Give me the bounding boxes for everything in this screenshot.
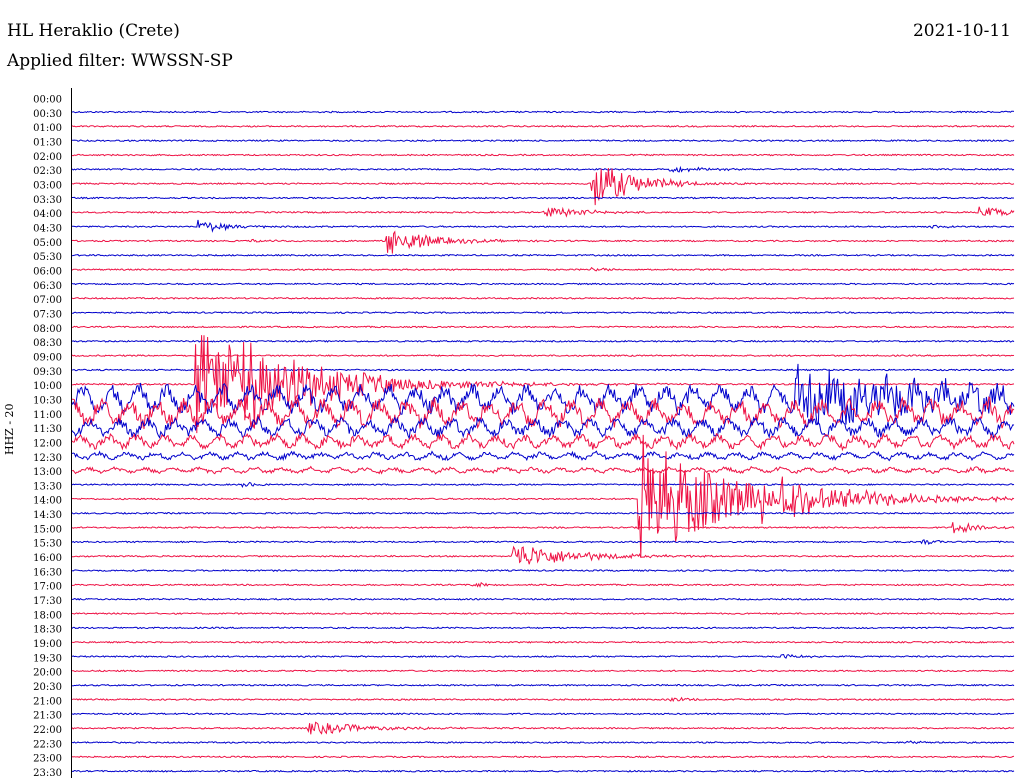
time-tick-label: 17:30 [33, 596, 62, 607]
time-tick-label: 19:30 [33, 653, 62, 664]
time-tick-label: 11:00 [33, 410, 62, 421]
seismic-trace [72, 219, 1015, 233]
seismic-trace [71, 415, 1015, 441]
seismic-trace [71, 432, 1015, 452]
seismic-trace [71, 612, 1015, 615]
time-tick-label: 19:00 [33, 639, 62, 650]
helicorder-plot: 00:00 00:30 01:00 01:30 02:00 02:30 03:00 03:30… [33, 95, 1015, 780]
seismic-trace [71, 569, 1015, 573]
time-tick-label: 15:00 [33, 524, 62, 535]
seismic-trace [71, 206, 1015, 218]
time-tick-label: 20:00 [33, 668, 62, 679]
time-tick-label: 16:30 [33, 567, 62, 578]
seismic-trace [71, 335, 1015, 434]
seismic-trace [71, 167, 1015, 206]
time-tick-label: 18:30 [33, 625, 62, 636]
seismic-trace [71, 696, 1015, 703]
seismic-trace [71, 511, 1015, 515]
time-tick-label: 14:00 [33, 496, 62, 507]
time-tick-label: 21:00 [33, 696, 62, 707]
time-tick-labels: 00:00 00:30 01:00 01:30 02:00 02:30 03:00 03:30… [33, 95, 62, 780]
time-tick-label: 22:00 [33, 725, 62, 736]
seismic-trace [71, 354, 1015, 358]
time-tick-label: 20:30 [33, 682, 62, 693]
seismic-trace [71, 325, 1015, 329]
seismic-trace [71, 465, 1015, 475]
seismic-trace [71, 266, 1015, 272]
seismic-trace [71, 683, 1015, 687]
time-tick-label: 03:30 [33, 195, 62, 206]
seismic-traces [71, 110, 1015, 773]
time-tick-label: 16:00 [33, 553, 62, 564]
time-tick-label: 07:00 [33, 295, 62, 306]
time-tick-label: 09:30 [33, 367, 62, 378]
time-tick-label: 03:00 [33, 180, 62, 191]
seismic-trace [71, 339, 1015, 343]
time-tick-label: 17:00 [33, 582, 62, 593]
time-tick-label: 06:00 [33, 266, 62, 277]
time-tick-label: 08:30 [33, 338, 62, 349]
time-tick-label: 10:00 [33, 381, 62, 392]
seismic-trace [71, 669, 1015, 673]
seismic-trace [71, 640, 1015, 644]
seismic-trace [71, 721, 1015, 735]
time-tick-label: 22:30 [33, 739, 62, 750]
seismic-trace [72, 311, 1015, 315]
seismic-trace [71, 230, 1015, 254]
time-tick-label: 10:30 [33, 395, 62, 406]
time-tick-label: 15:30 [33, 539, 62, 550]
time-tick-label: 00:00 [33, 95, 62, 106]
time-tick-label: 09:00 [33, 352, 62, 363]
seismic-trace [71, 539, 1015, 546]
time-tick-label: 04:30 [33, 223, 62, 234]
seismic-trace [71, 165, 1015, 173]
seismic-trace [71, 740, 1015, 745]
time-tick-label: 21:30 [33, 711, 62, 722]
time-tick-label: 07:30 [33, 309, 62, 320]
time-tick-label: 06:30 [33, 281, 62, 292]
seismic-trace [71, 522, 1015, 534]
time-tick-label: 01:30 [33, 137, 62, 148]
seismic-trace [72, 597, 1015, 601]
time-tick-label: 05:30 [33, 252, 62, 263]
time-tick-label: 13:00 [33, 467, 62, 478]
seismic-trace [71, 755, 1015, 759]
time-tick-label: 00:30 [33, 109, 62, 120]
time-tick-label: 23:00 [33, 754, 62, 765]
seismic-trace [71, 450, 1015, 462]
seismic-trace [71, 282, 1015, 286]
seismic-trace [71, 481, 1015, 489]
seismic-trace [71, 769, 1015, 773]
seismic-trace [72, 545, 1015, 565]
time-tick-label: 12:30 [33, 453, 62, 464]
seismic-trace [72, 139, 1015, 143]
seismic-trace [71, 110, 1015, 114]
time-tick-label: 05:00 [33, 238, 62, 249]
seismic-trace [71, 253, 1015, 257]
seismic-trace [71, 296, 1015, 300]
seismic-trace [71, 653, 1015, 659]
seismic-trace [71, 626, 1015, 630]
time-tick-label: 14:30 [33, 510, 62, 521]
seismic-trace [71, 124, 1015, 128]
seismic-trace [71, 712, 1015, 716]
time-tick-label: 08:00 [33, 324, 62, 335]
time-tick-label: 13:30 [33, 481, 62, 492]
time-tick-label: 18:00 [33, 610, 62, 621]
seismic-trace [72, 581, 1015, 588]
time-tick-label: 11:30 [33, 424, 62, 435]
seismic-trace [72, 196, 1015, 200]
time-tick-label: 04:00 [33, 209, 62, 220]
time-tick-label: 23:30 [33, 768, 62, 779]
time-tick-label: 01:00 [33, 123, 62, 134]
time-tick-label: 12:00 [33, 438, 62, 449]
time-tick-label: 02:30 [33, 166, 62, 177]
time-tick-label: 02:00 [33, 152, 62, 163]
seismic-trace [71, 153, 1015, 157]
